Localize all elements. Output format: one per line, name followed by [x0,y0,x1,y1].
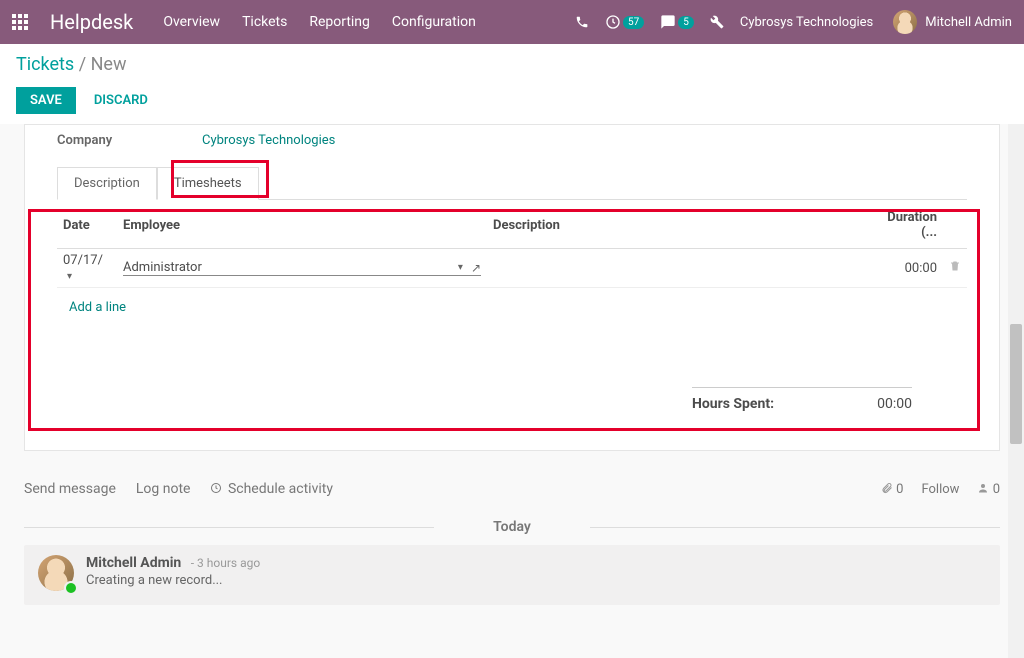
timesheet-table: Date Employee Description Duration (... … [57,202,967,327]
control-panel: Tickets / New Save Discard [0,44,1024,124]
col-date: Date [57,202,117,249]
nav-configuration[interactable]: Configuration [392,14,476,30]
date-separator: Today [24,519,1000,535]
summary-value: 00:00 [822,387,912,420]
attachment-count[interactable]: 0 [881,482,904,497]
add-line-link[interactable]: Add a line [63,292,961,323]
phone-icon[interactable] [575,15,589,29]
form-sheet: Company Cybrosys Technologies Descriptio… [24,124,1000,451]
chat-icon[interactable]: 5 [660,14,694,30]
follow-button[interactable]: Follow [921,482,959,497]
activity-icon[interactable]: 57 [605,14,644,30]
tools-icon[interactable] [710,15,724,29]
breadcrumb-sep: / [79,54,91,75]
nav-overview[interactable]: Overview [163,14,220,30]
msg-body: Creating a new record... [86,573,260,588]
navbar: Helpdesk Overview Tickets Reporting Conf… [0,0,1024,44]
nav-tickets[interactable]: Tickets [242,14,287,30]
apps-icon[interactable] [12,14,32,30]
chevron-down-icon[interactable]: ▾ [458,262,463,273]
company-value[interactable]: Cybrosys Technologies [202,133,335,148]
user-menu[interactable]: Mitchell Admin [893,10,1012,34]
log-note-button[interactable]: Log note [136,481,191,497]
company-label: Company [57,133,202,148]
breadcrumb-root[interactable]: Tickets [16,54,74,75]
table-row: 07/17/▾ ▾ ↗ 00:00 [57,249,967,288]
external-link-icon[interactable]: ↗ [471,261,481,275]
chatter: Send message Log note Schedule activity … [0,467,1024,605]
tab-timesheets[interactable]: Timesheets [157,167,259,200]
schedule-activity-button[interactable]: Schedule activity [210,481,333,497]
scrollbar[interactable] [1008,124,1024,658]
follower-count[interactable]: 0 [977,482,1000,497]
cell-date[interactable]: 07/17/▾ [57,249,117,288]
save-button[interactable]: Save [16,87,76,114]
cell-duration[interactable]: 00:00 [863,249,943,288]
col-duration: Duration (... [863,202,943,249]
trash-icon[interactable] [943,249,967,288]
user-name: Mitchell Admin [925,15,1012,30]
app-brand[interactable]: Helpdesk [50,10,133,34]
col-description: Description [487,202,863,249]
activity-badge: 57 [623,16,644,29]
summary-label: Hours Spent: [692,387,822,420]
msg-time: - 3 hours ago [191,556,260,570]
avatar-icon [38,555,74,591]
employee-input[interactable] [123,260,454,275]
discard-button[interactable]: Discard [80,87,162,114]
hours-summary: Hours Spent: 00:00 [57,387,912,420]
msg-author[interactable]: Mitchell Admin [86,555,181,571]
scrollbar-thumb[interactable] [1010,324,1022,444]
chevron-down-icon[interactable]: ▾ [67,271,72,282]
col-employee: Employee [117,202,487,249]
cell-employee[interactable]: ▾ ↗ [117,249,487,288]
nav-reporting[interactable]: Reporting [309,14,370,30]
log-message: Mitchell Admin - 3 hours ago Creating a … [24,545,1000,605]
cell-description[interactable] [487,249,863,288]
avatar-icon [893,10,917,34]
send-message-button[interactable]: Send message [24,481,116,497]
tabs: Description Timesheets [57,166,967,200]
description-input[interactable] [493,261,857,276]
breadcrumb-current: New [91,54,127,75]
breadcrumb: Tickets / New [16,54,1008,75]
timesheet-panel: Date Employee Description Duration (... … [57,202,967,420]
chat-badge: 5 [678,16,694,29]
company-switcher[interactable]: Cybrosys Technologies [740,15,873,30]
tab-description[interactable]: Description [57,167,157,200]
